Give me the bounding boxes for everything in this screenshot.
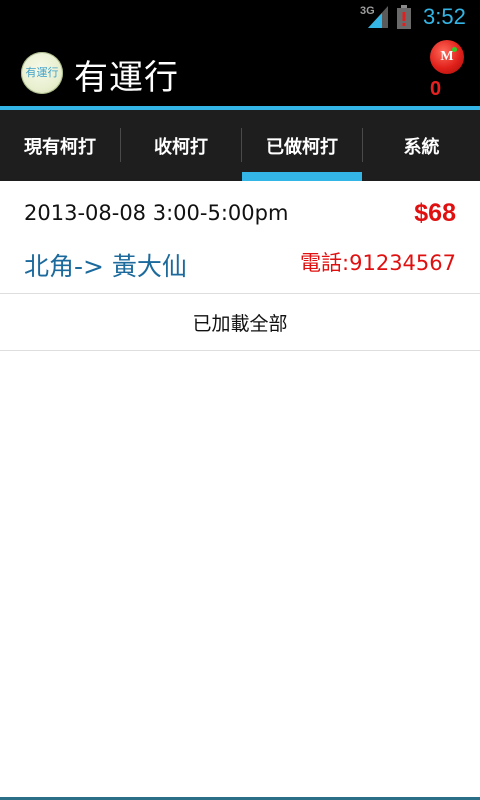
selected-tab-indicator xyxy=(242,172,362,181)
order-route: 北角-> 黃大仙 xyxy=(24,252,187,281)
list-footer: 已加載全部 xyxy=(0,294,480,351)
tab-received-orders[interactable]: 收柯打 xyxy=(121,110,241,181)
tab-system[interactable]: 系統 xyxy=(363,110,480,181)
order-list-item[interactable]: 2013-08-08 3:00-5:00pm $68 北角-> 黃大仙 電話:9… xyxy=(0,181,480,294)
message-badge-icon[interactable]: M xyxy=(430,40,464,74)
order-datetime: 2013-08-08 3:00-5:00pm xyxy=(24,201,289,225)
order-price: $68 xyxy=(414,199,456,227)
app-logo-icon[interactable]: 有運行 xyxy=(21,52,63,94)
app-logo-label: 有運行 xyxy=(25,66,59,79)
status-bar: 3G 3:52 xyxy=(0,0,480,38)
order-phone[interactable]: 電話:91234567 xyxy=(300,247,456,277)
tab-current-orders[interactable]: 現有柯打 xyxy=(0,110,120,181)
message-badge-letter: M xyxy=(440,49,454,64)
battery-alert-icon xyxy=(397,5,411,29)
app-title: 有運行 xyxy=(74,58,179,98)
status-time: 3:52 xyxy=(423,4,466,29)
tab-bar: 現有柯打 收柯打 已做柯打 系統 xyxy=(0,110,480,181)
badge-dot-icon xyxy=(452,47,457,52)
action-bar: 有運行 有運行 M 0 xyxy=(0,38,480,106)
signal-icon xyxy=(368,6,388,28)
tab-completed-orders[interactable]: 已做柯打 xyxy=(242,110,362,181)
message-count: 0 xyxy=(430,78,442,100)
